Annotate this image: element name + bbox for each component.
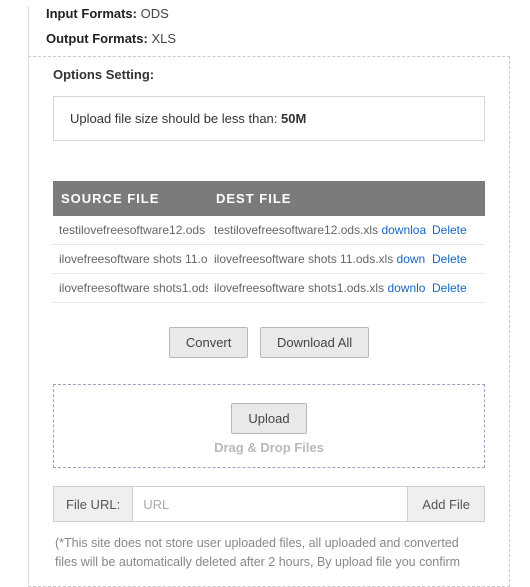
- table-row: testilovefreesoftware12.ods testilovefre…: [53, 216, 485, 245]
- download-link[interactable]: download: [397, 252, 426, 266]
- dropzone-subtext: Drag & Drop Files: [54, 440, 484, 455]
- file-url-row: File URL: Add File: [53, 486, 485, 522]
- download-all-button[interactable]: Download All: [260, 327, 369, 358]
- col-header-source: SOURCE FILE: [53, 181, 208, 216]
- upload-button[interactable]: Upload: [231, 403, 306, 434]
- delete-link[interactable]: Delete: [432, 281, 467, 295]
- file-url-label: File URL:: [54, 487, 133, 521]
- disclaimer-text: (*This site does not store user uploaded…: [55, 534, 483, 572]
- options-title: Options Setting:: [53, 67, 485, 82]
- files-table: SOURCE FILE DEST FILE testilovefreesoftw…: [53, 181, 485, 303]
- dest-file-cell: ilovefreesoftware shots 11.ods.xls downl…: [208, 245, 426, 274]
- dest-file-name: testilovefreesoftware12.ods.xls: [214, 223, 378, 237]
- convert-button[interactable]: Convert: [169, 327, 249, 358]
- input-formats-label: Input Formats:: [46, 6, 137, 21]
- add-file-button[interactable]: Add File: [407, 487, 484, 521]
- delete-link[interactable]: Delete: [432, 223, 467, 237]
- file-url-input[interactable]: [133, 487, 407, 521]
- output-formats-label: Output Formats:: [46, 31, 148, 46]
- col-header-dest: DEST FILE: [208, 181, 426, 216]
- download-link[interactable]: download: [387, 281, 426, 295]
- dest-file-cell: testilovefreesoftware12.ods.xls download: [208, 216, 426, 245]
- output-formats-line: Output Formats: XLS: [46, 31, 510, 46]
- output-formats-value: XLS: [151, 31, 176, 46]
- input-formats-value: ODS: [141, 6, 169, 21]
- left-rule: [28, 6, 29, 587]
- table-row: ilovefreesoftware shots1.ods ilovefreeso…: [53, 274, 485, 303]
- notice-text: Upload file size should be less than:: [70, 111, 281, 126]
- upload-size-notice: Upload file size should be less than: 50…: [53, 96, 485, 141]
- action-button-row: Convert Download All: [53, 327, 485, 358]
- dest-file-name: ilovefreesoftware shots 11.ods.xls: [214, 252, 393, 266]
- source-file-cell: ilovefreesoftware shots 11.ods: [53, 245, 208, 274]
- dest-file-name: ilovefreesoftware shots1.ods.xls: [214, 281, 384, 295]
- source-file-cell: testilovefreesoftware12.ods: [53, 216, 208, 245]
- source-file-cell: ilovefreesoftware shots1.ods: [53, 274, 208, 303]
- options-box: Options Setting: Upload file size should…: [28, 56, 510, 587]
- download-link[interactable]: download: [381, 223, 426, 237]
- notice-limit: 50M: [281, 111, 306, 126]
- table-row: ilovefreesoftware shots 11.ods ilovefree…: [53, 245, 485, 274]
- delete-link[interactable]: Delete: [432, 252, 467, 266]
- input-formats-line: Input Formats: ODS: [46, 6, 510, 21]
- upload-dropzone[interactable]: Upload Drag & Drop Files: [53, 384, 485, 468]
- col-header-action: [426, 181, 485, 216]
- dest-file-cell: ilovefreesoftware shots1.ods.xls downloa…: [208, 274, 426, 303]
